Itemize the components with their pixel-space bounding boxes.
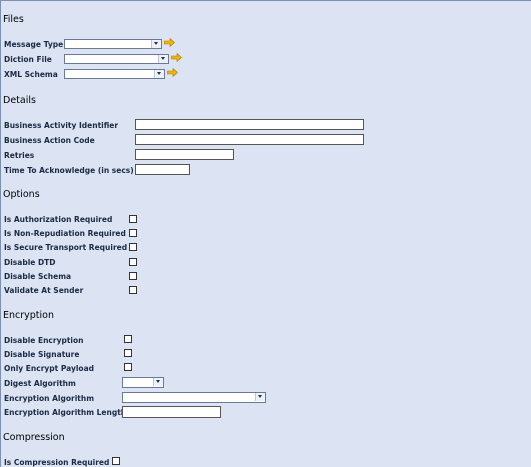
xml-schema-label: XML Schema bbox=[4, 70, 58, 79]
go-arrow-icon[interactable] bbox=[167, 68, 178, 77]
section-title-compression: Compression bbox=[3, 432, 65, 443]
message-type-select[interactable] bbox=[64, 39, 162, 49]
is-secure-transport-required-label: Is Secure Transport Required bbox=[4, 243, 128, 252]
disable-signature-checkbox[interactable] bbox=[124, 349, 132, 357]
time-to-acknowledge-input[interactable] bbox=[135, 164, 190, 175]
business-action-code-label: Business Action Code bbox=[4, 136, 95, 145]
diction-file-select[interactable] bbox=[64, 54, 169, 64]
digest-algorithm-select[interactable] bbox=[122, 377, 164, 388]
disable-dtd-checkbox[interactable] bbox=[129, 258, 137, 266]
chevron-down-icon bbox=[151, 40, 161, 48]
encryption-algorithm-select[interactable] bbox=[122, 392, 266, 403]
retries-label: Retries bbox=[4, 151, 35, 160]
is-non-repudiation-required-label: Is Non-Repudiation Required bbox=[4, 229, 126, 238]
disable-dtd-label: Disable DTD bbox=[4, 258, 56, 267]
disable-signature-label: Disable Signature bbox=[4, 350, 80, 359]
xml-schema-select[interactable] bbox=[64, 69, 165, 79]
go-arrow-icon[interactable] bbox=[171, 53, 182, 62]
section-title-encryption: Encryption bbox=[3, 310, 55, 321]
validate-at-sender-checkbox[interactable] bbox=[129, 286, 137, 294]
is-compression-required-checkbox[interactable] bbox=[112, 457, 120, 465]
only-encrypt-payload-checkbox[interactable] bbox=[124, 363, 132, 371]
message-type-label: Message Type bbox=[4, 40, 64, 49]
only-encrypt-payload-label: Only Encrypt Payload bbox=[4, 364, 95, 373]
section-title-files: Files bbox=[3, 14, 24, 25]
time-to-acknowledge-label: Time To Acknowledge (in secs) bbox=[4, 166, 134, 175]
is-secure-transport-required-checkbox[interactable] bbox=[129, 243, 137, 251]
is-authorization-required-checkbox[interactable] bbox=[129, 215, 137, 223]
is-compression-required-label: Is Compression Required bbox=[4, 458, 110, 467]
encryption-algorithm-length-label: Encryption Algorithm Length bbox=[4, 408, 127, 417]
retries-input[interactable] bbox=[135, 149, 234, 160]
section-title-details: Details bbox=[3, 95, 36, 106]
is-non-repudiation-required-checkbox[interactable] bbox=[129, 229, 137, 237]
disable-schema-checkbox[interactable] bbox=[129, 272, 137, 280]
chevron-down-icon bbox=[153, 378, 163, 386]
business-activity-identifier-input[interactable] bbox=[135, 119, 364, 130]
digest-algorithm-label: Digest Algorithm bbox=[4, 379, 76, 388]
business-activity-identifier-label: Business Activity Identifier bbox=[4, 121, 119, 130]
is-authorization-required-label: Is Authorization Required bbox=[4, 215, 113, 224]
disable-schema-label: Disable Schema bbox=[4, 272, 72, 281]
business-action-code-input[interactable] bbox=[135, 134, 364, 145]
chevron-down-icon bbox=[255, 393, 265, 401]
diction-file-label: Diction File bbox=[4, 55, 52, 64]
encryption-algorithm-length-input[interactable] bbox=[122, 406, 221, 418]
encryption-algorithm-label: Encryption Algorithm bbox=[4, 394, 95, 403]
chevron-down-icon bbox=[154, 70, 164, 78]
disable-encryption-checkbox[interactable] bbox=[124, 335, 132, 343]
go-arrow-icon[interactable] bbox=[164, 38, 175, 47]
chevron-down-icon bbox=[158, 55, 168, 63]
validate-at-sender-label: Validate At Sender bbox=[4, 286, 84, 295]
section-title-options: Options bbox=[3, 189, 40, 200]
disable-encryption-label: Disable Encryption bbox=[4, 336, 84, 345]
